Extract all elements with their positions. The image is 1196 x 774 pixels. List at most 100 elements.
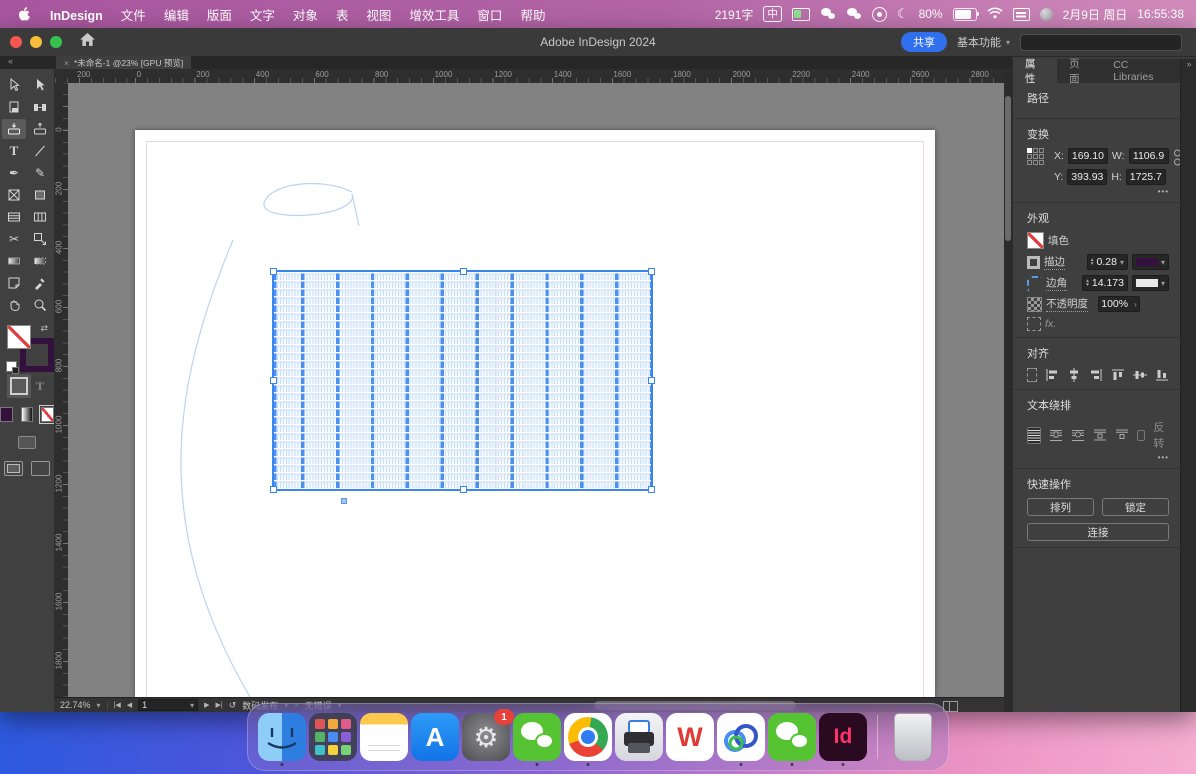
lock-button[interactable]: 锁定: [1102, 498, 1169, 516]
dock-notes-icon[interactable]: [360, 713, 408, 761]
apply-color-button[interactable]: [0, 407, 13, 422]
menu-date[interactable]: 2月9日 周日: [1063, 6, 1128, 23]
wechat-status-icon[interactable]: [820, 7, 836, 21]
zoom-level[interactable]: 22.74%: [60, 700, 91, 710]
menu-time[interactable]: 16:55:38: [1137, 7, 1184, 21]
frame-handle[interactable]: [270, 377, 277, 384]
stroke-weight-stepper[interactable]: ▴ ▾ 0.28 ▾: [1086, 254, 1128, 270]
vertical-scrollbar[interactable]: [1004, 69, 1012, 712]
keyboard-icon[interactable]: [1012, 8, 1030, 21]
menu-item[interactable]: 文件: [121, 9, 146, 23]
menu-item[interactable]: 表: [336, 9, 349, 23]
input-method-indicator[interactable]: 中: [763, 6, 782, 22]
frame-handle[interactable]: [460, 268, 467, 275]
menu-item[interactable]: 帮助: [520, 9, 545, 23]
text-wrap-more-options[interactable]: •••: [1027, 453, 1169, 462]
stroke-color-dropdown[interactable]: ▾: [1131, 254, 1169, 270]
frame-handle[interactable]: [648, 486, 655, 493]
dock-printer-center-icon[interactable]: [615, 713, 663, 761]
apply-none-button[interactable]: [39, 405, 56, 424]
frame-grid-object[interactable]: [270, 268, 655, 493]
tab-properties[interactable]: 属性: [1013, 58, 1058, 85]
collapse-tabs-icon[interactable]: «: [8, 56, 13, 66]
wrap-around-bounding-box-button[interactable]: [1049, 427, 1063, 444]
zoom-tool[interactable]: [28, 295, 52, 315]
vertical-ruler[interactable]: 0 200 400 600 800 1000 1200 1400 1600 1800: [54, 83, 69, 697]
corner-style-dropdown[interactable]: ▾: [1131, 275, 1169, 291]
eyedropper-tool[interactable]: [28, 273, 52, 293]
document-tab[interactable]: × *未命名-1 @23% [GPU 预览]: [56, 56, 192, 69]
gradient-feather-tool[interactable]: [28, 251, 52, 271]
dock-wechat-icon[interactable]: [513, 713, 561, 766]
align-to-selector-icon[interactable]: [1027, 368, 1037, 382]
input-switch-icon[interactable]: [791, 8, 810, 21]
close-window-button[interactable]: [10, 36, 22, 48]
frame-handle[interactable]: [460, 486, 467, 493]
apple-menu-icon[interactable]: [18, 6, 31, 22]
note-tool[interactable]: [2, 273, 26, 293]
align-right-button[interactable]: [1089, 367, 1103, 383]
type-tool[interactable]: T: [2, 141, 26, 161]
line-tool[interactable]: [28, 141, 52, 161]
dock-finder-icon[interactable]: [258, 713, 306, 766]
battery-icon[interactable]: [952, 8, 979, 21]
w-field[interactable]: 1106.9: [1128, 148, 1169, 164]
screen-mode-preview-button[interactable]: [31, 461, 50, 476]
content-placer-tool[interactable]: [28, 119, 52, 139]
formatting-affects-text-button[interactable]: T: [36, 379, 44, 394]
dock-indesign-icon[interactable]: Id: [819, 713, 867, 766]
default-fill-stroke-icon[interactable]: [6, 361, 19, 374]
minimize-window-button[interactable]: [30, 36, 42, 48]
screen-mode-normal-button[interactable]: [4, 461, 23, 476]
transform-more-options[interactable]: •••: [1027, 187, 1169, 196]
h-field[interactable]: 1725.7: [1125, 169, 1166, 185]
fill-label[interactable]: 填色: [1048, 233, 1069, 248]
rectangle-tool[interactable]: [28, 185, 52, 205]
view-options-icon[interactable]: [18, 436, 36, 449]
formatting-affects-container-button[interactable]: [6, 374, 31, 398]
previous-page-button[interactable]: ◀: [127, 701, 132, 709]
page-number-field[interactable]: 1 ▾: [138, 699, 199, 711]
first-page-button[interactable]: |◀: [114, 701, 121, 709]
invert-checkbox[interactable]: [1137, 429, 1146, 441]
jump-object-button[interactable]: [1093, 427, 1107, 444]
align-bottom-button[interactable]: [1155, 367, 1169, 383]
dock-trash-icon[interactable]: [894, 713, 932, 761]
object-effects-icon[interactable]: [1027, 317, 1041, 331]
opacity-label[interactable]: 不透明度: [1046, 296, 1088, 312]
menu-item[interactable]: 对象: [293, 9, 318, 23]
link-button[interactable]: 连接: [1027, 523, 1169, 541]
menu-item[interactable]: 窗口: [477, 9, 502, 23]
panel-dock-strip[interactable]: »: [1180, 59, 1196, 712]
zoom-window-button[interactable]: [50, 36, 62, 48]
gradient-swatch-tool[interactable]: [2, 251, 26, 271]
home-icon[interactable]: [80, 33, 95, 51]
fill-color-swatch[interactable]: [1027, 232, 1044, 249]
gap-tool[interactable]: [28, 97, 52, 117]
tab-pages[interactable]: 页面: [1057, 58, 1101, 85]
dock-app-store-icon[interactable]: A: [411, 713, 459, 761]
dock-launchpad-icon[interactable]: [309, 713, 357, 761]
frame-handle[interactable]: [270, 268, 277, 275]
hand-tool[interactable]: [2, 295, 26, 315]
stroke-label[interactable]: 描边: [1044, 254, 1065, 270]
dock-chrome-icon[interactable]: [564, 713, 612, 766]
search-input[interactable]: [1020, 33, 1182, 51]
dock-cloud-drive-icon[interactable]: [717, 713, 765, 766]
share-button[interactable]: 共享: [900, 32, 947, 52]
workspace-selector[interactable]: 基本功能 ▾: [957, 34, 1010, 50]
document-canvas[interactable]: [68, 83, 1004, 697]
wechat-status-icon-2[interactable]: [846, 7, 862, 21]
menu-item[interactable]: 增效工具: [409, 9, 459, 23]
screen-record-icon[interactable]: [871, 6, 887, 22]
network-globe-icon[interactable]: [1039, 7, 1053, 21]
dock-wechat-2-icon[interactable]: [768, 713, 816, 766]
x-field[interactable]: 169.10: [1067, 148, 1108, 164]
jump-to-next-column-button[interactable]: [1115, 427, 1129, 444]
fill-swatch-none[interactable]: [7, 325, 31, 349]
close-tab-icon[interactable]: ×: [64, 58, 69, 68]
do-not-disturb-moon-icon[interactable]: ☾: [897, 7, 909, 21]
arrange-button[interactable]: 排列: [1027, 498, 1094, 516]
tab-cc-libraries[interactable]: CC Libraries: [1101, 59, 1181, 83]
free-transform-tool[interactable]: [28, 229, 52, 249]
